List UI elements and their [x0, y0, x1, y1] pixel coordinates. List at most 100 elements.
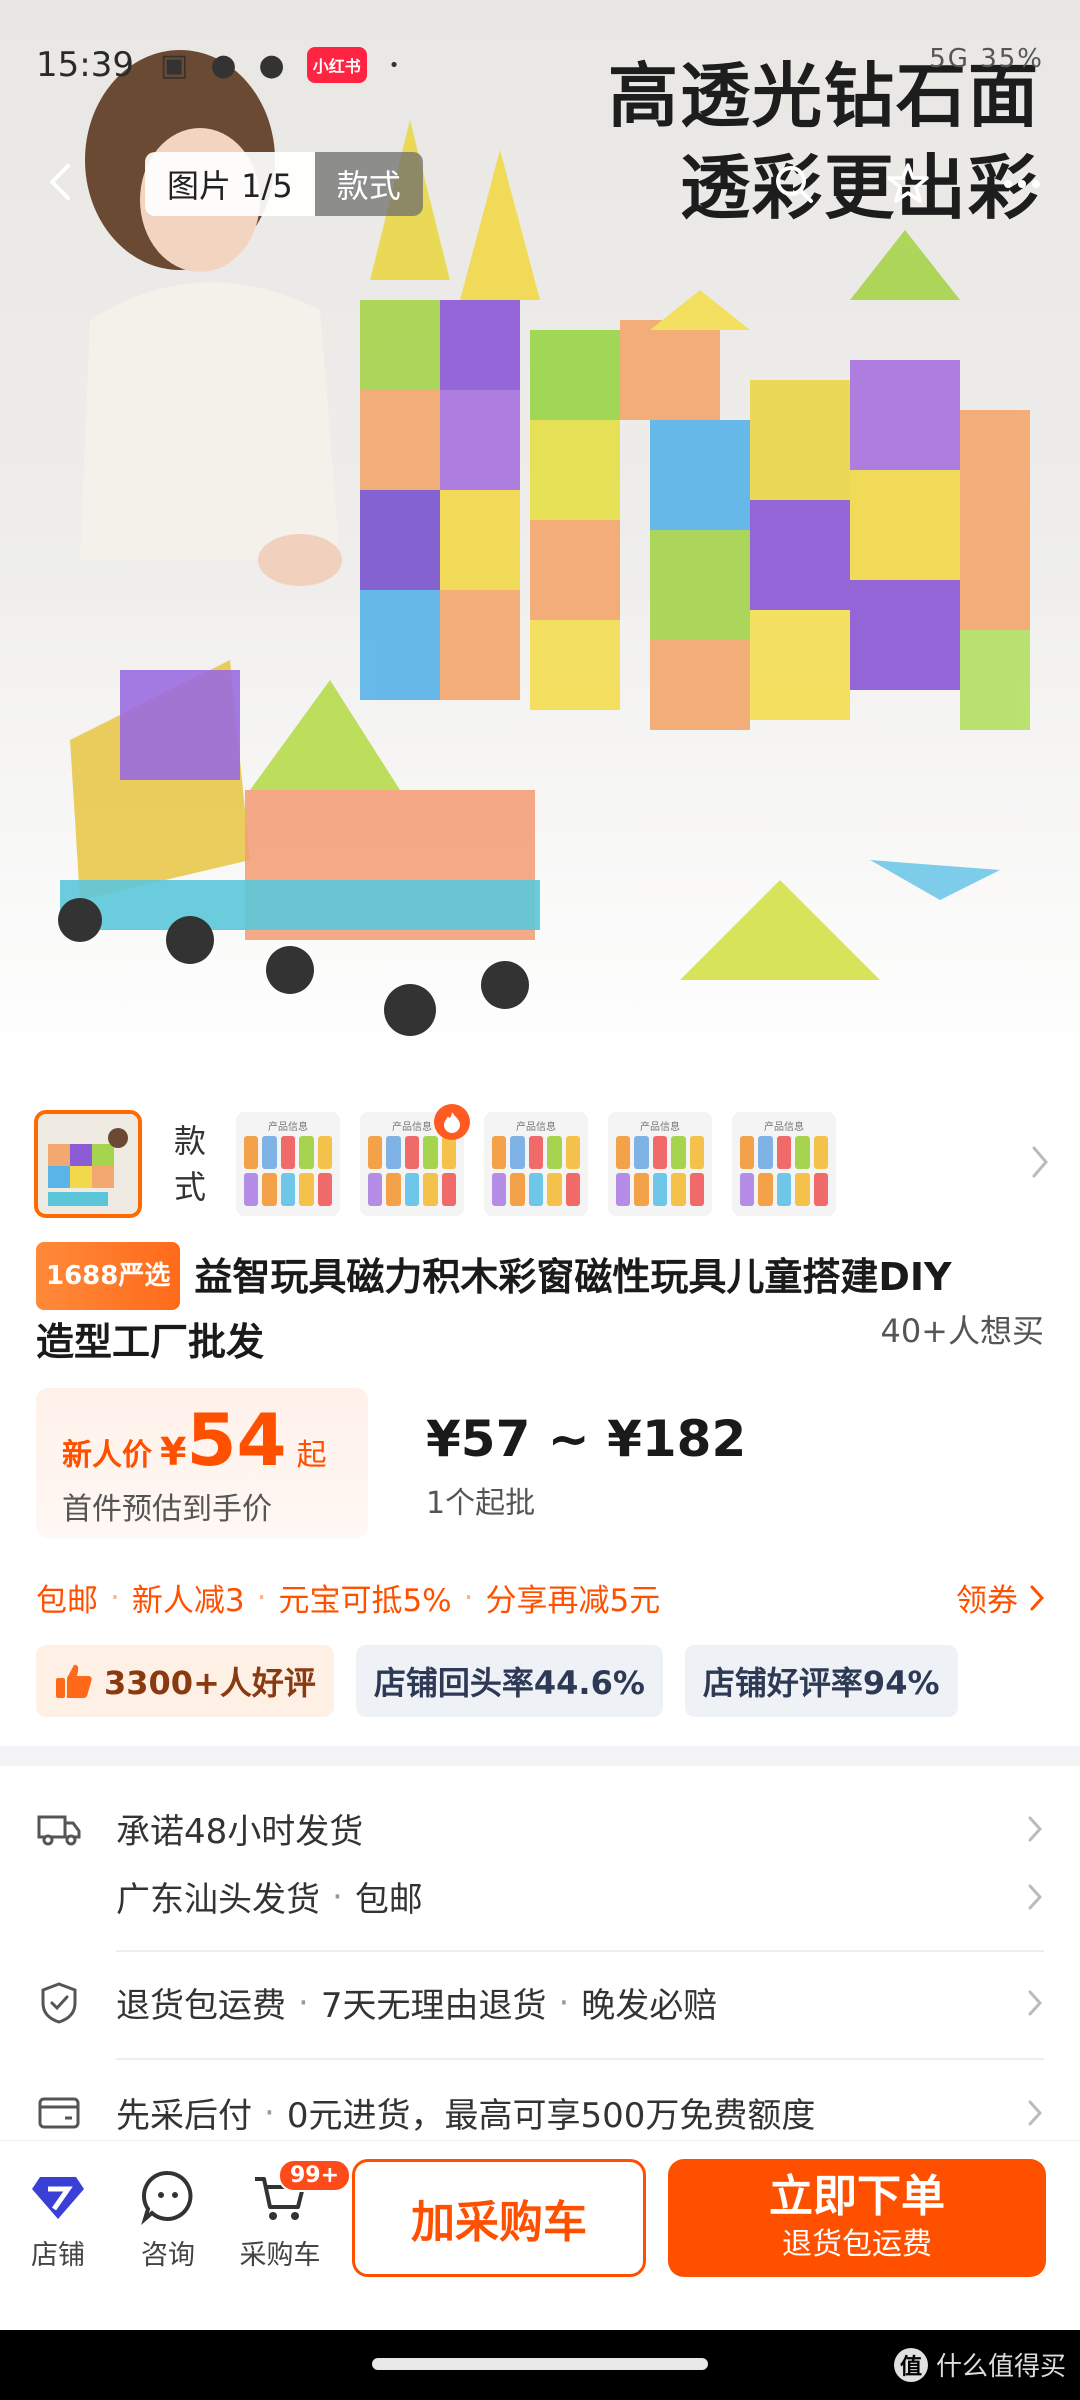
- promo-yuanbao: 元宝可抵5%: [278, 1583, 452, 1619]
- status-battery-signal: 5G 35%: [929, 44, 1044, 74]
- get-coupon-label: 领券: [956, 1583, 1018, 1619]
- ship-free-text: 包邮: [354, 1880, 423, 1920]
- buy-now-button[interactable]: 立即下单 退货包运费: [668, 2159, 1046, 2277]
- tab-styles[interactable]: 款式: [314, 152, 423, 216]
- style-thumbnail[interactable]: 产品信息: [360, 1104, 470, 1216]
- truck-icon: [36, 1806, 82, 1852]
- style-thumbnail-strip: 款 式 产品信息 产品信息 产品信息 产品信息 产品信息: [0, 1098, 1080, 1230]
- chevron-right-icon[interactable]: [1028, 1142, 1052, 1182]
- returns-text-1: 退货包运费: [116, 1986, 286, 2026]
- style-label-line2: 式: [173, 1168, 206, 1206]
- product-image-carousel[interactable]: 15:39 ▣ ● ● 小红书 • 5G 35% 高透光钻石面 透彩更出彩 图片…: [0, 0, 1080, 1080]
- style-label-line1: 款: [173, 1122, 206, 1160]
- buy-now-sublabel: 退货包运费: [782, 2227, 932, 2262]
- watermark: 值 什么值得买: [893, 2346, 1066, 2383]
- price-estimate-note: 首件预估到手价: [62, 1492, 272, 1527]
- chevron-left-icon: [50, 164, 70, 200]
- positive-rate-badge: 店铺好评率94%: [684, 1645, 958, 1717]
- ship-from-text: 广东汕头发货: [116, 1880, 320, 1920]
- tab-images[interactable]: 图片 1/5: [145, 152, 315, 216]
- ship-promise-text: 承诺48小时发货: [116, 1812, 364, 1852]
- more-dots-icon: [1004, 180, 1040, 188]
- more-dot-icon: •: [388, 54, 400, 76]
- cart-label: 采购车: [239, 2240, 321, 2271]
- style-thumbnail[interactable]: 产品信息: [608, 1112, 712, 1216]
- new-user-price-box: 新人价 ¥ 54 起 首件预估到手价: [36, 1388, 368, 1538]
- consult-label: 咨询: [141, 2240, 195, 2271]
- product-title-line1: 1688严选 益智玩具磁力积木彩窗磁性玩具儿童搭建DIY: [36, 1242, 1046, 1310]
- thumbs-up-icon: [56, 1664, 92, 1698]
- row-divider: [116, 1950, 1044, 1952]
- return-policy-row[interactable]: 退货包运费 · 7天无理由退货 · 晚发必赔: [36, 1978, 1044, 2027]
- chevron-right-icon: [1028, 1816, 1043, 1841]
- shield-check-icon: [36, 1980, 82, 2026]
- pay-later-text-2: 0元进货，最高可享500万免费额度: [286, 2096, 816, 2136]
- sim-icon: ▣: [159, 47, 189, 83]
- pay-later-row[interactable]: 先采后付 · 0元进货，最高可享500万免费额度: [36, 2088, 1044, 2137]
- store-stats: 3300+人好评 店铺回头率44.6% 店铺好评率94%: [36, 1645, 958, 1717]
- cart-button[interactable]: 99+ 采购车: [232, 2159, 352, 2272]
- status-bar: 15:39 ▣ ● ● 小红书 • 5G 35%: [0, 0, 1080, 130]
- home-indicator[interactable]: [372, 2358, 708, 2370]
- chevron-right-icon: [1030, 1585, 1045, 1610]
- store-gem-icon: [32, 2177, 84, 2219]
- returns-text-2: 7天无理由退货: [320, 1986, 547, 2026]
- hot-fire-icon: [434, 1104, 470, 1140]
- good-review-text: 3300+人好评: [104, 1664, 316, 1702]
- buy-now-label: 立即下单: [769, 2171, 945, 2222]
- get-coupon-button[interactable]: 领券: [956, 1575, 1046, 1620]
- ship-from-row[interactable]: 广东汕头发货 · 包邮: [36, 1872, 1044, 1921]
- consult-button[interactable]: 咨询: [120, 2165, 216, 2272]
- promo-free-shipping: 包邮: [36, 1583, 98, 1619]
- back-button[interactable]: [30, 150, 94, 214]
- chevron-right-icon: [1028, 1990, 1043, 2015]
- watermark-logo: 值: [893, 2347, 928, 2382]
- chat-bubble-icon: [141, 2170, 193, 2225]
- section-divider: [0, 1746, 1080, 1766]
- wechat-icon: ●: [210, 47, 237, 83]
- favorite-button[interactable]: [876, 152, 940, 216]
- wholesale-price-range: ¥57 ~ ¥182 1个起批: [426, 1410, 746, 1522]
- search-icon: [776, 166, 813, 203]
- status-time: 15:39: [36, 45, 134, 85]
- yanxuan-badge: 1688严选: [36, 1242, 181, 1310]
- star-icon: [887, 163, 929, 203]
- watermark-text: 什么值得买: [935, 2352, 1066, 2382]
- promo-share-discount: 分享再减5元: [485, 1583, 661, 1619]
- new-user-price: 54: [186, 1398, 287, 1482]
- style-thumbnail[interactable]: 产品信息: [484, 1112, 588, 1216]
- system-navigation-bar: 值 什么值得买: [0, 2330, 1080, 2400]
- style-label: 款 式: [164, 1118, 216, 1210]
- thumbnail-title: 产品信息: [268, 1122, 308, 1133]
- style-thumbnail[interactable]: 产品信息: [236, 1112, 340, 1216]
- card-icon: [36, 2090, 82, 2136]
- thumbnail-title: 产品信息: [516, 1122, 556, 1133]
- style-thumbnail[interactable]: 产品信息: [732, 1112, 836, 1216]
- want-count: 40+人想买: [880, 1312, 1044, 1350]
- row-divider: [116, 2058, 1044, 2060]
- pay-later-text-1: 先采后付: [116, 2096, 252, 2136]
- search-button[interactable]: [762, 152, 826, 216]
- minimum-order: 1个起批: [426, 1486, 536, 1521]
- currency-symbol: ¥: [160, 1430, 187, 1474]
- selected-style-thumbnail[interactable]: [34, 1110, 142, 1218]
- price-unit-suffix: 起: [296, 1438, 327, 1473]
- promotion-row[interactable]: 包邮 · 新人减3 · 元宝可抵5% · 分享再减5元 领券: [36, 1575, 1046, 1620]
- more-button[interactable]: [990, 152, 1054, 216]
- add-to-cart-button[interactable]: 加采购车: [352, 2159, 646, 2277]
- cart-count-badge: 99+: [278, 2159, 352, 2192]
- new-user-price-label: 新人价: [62, 1438, 152, 1473]
- thumbnail-title: 产品信息: [640, 1122, 680, 1133]
- store-button[interactable]: 店铺: [10, 2165, 106, 2272]
- image-tabs: 图片 1/5 款式: [145, 152, 423, 216]
- returns-text-3: 晚发必赔: [581, 1986, 718, 2026]
- shipping-promise-row[interactable]: 承诺48小时发货: [36, 1804, 1044, 1853]
- chevron-right-icon: [1028, 1884, 1043, 1909]
- product-title-text1: 益智玩具磁力积木彩窗磁性玩具儿童搭建DIY: [194, 1255, 952, 1299]
- good-review-badge[interactable]: 3300+人好评: [36, 1645, 334, 1717]
- thumbnail-title: 产品信息: [764, 1122, 804, 1133]
- bottom-action-bar: 店铺 咨询 99+ 采购车 加采购车 立即下单 退货包运费: [0, 2140, 1080, 2290]
- repurchase-rate-badge: 店铺回头率44.6%: [355, 1645, 663, 1717]
- xiaohongshu-app-icon: 小红书: [306, 47, 367, 83]
